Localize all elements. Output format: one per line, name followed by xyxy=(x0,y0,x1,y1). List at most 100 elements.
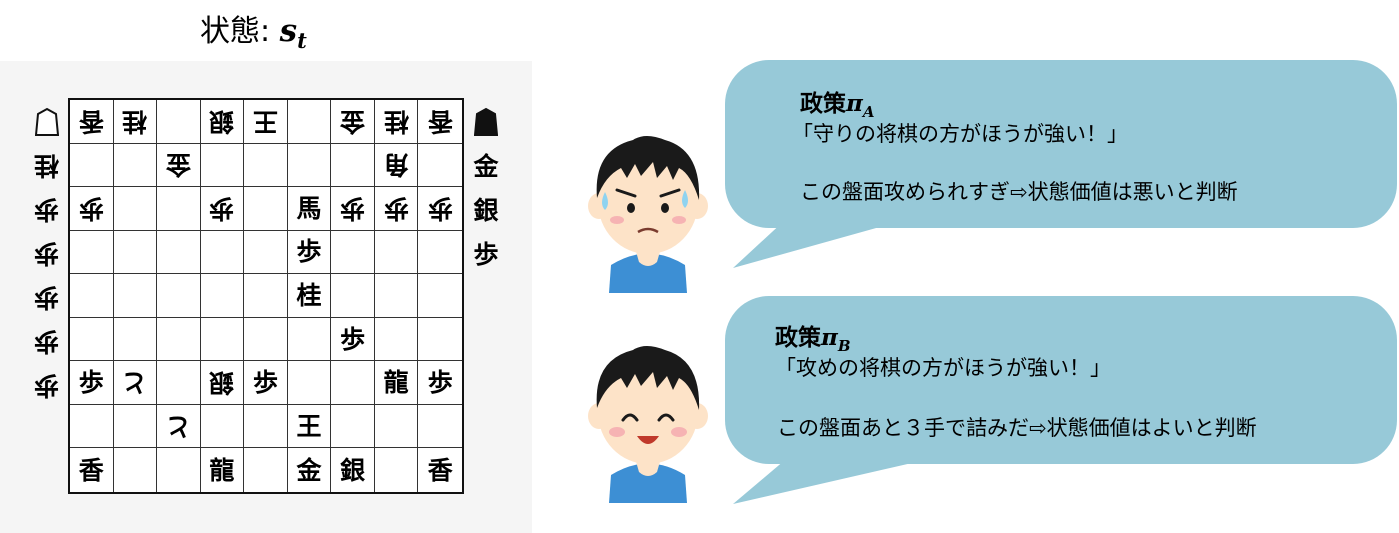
gote-piece: 香 xyxy=(427,106,453,136)
gote-hand-marker-icon xyxy=(35,107,59,136)
board-square xyxy=(374,404,419,449)
sente-piece: 桂 xyxy=(296,280,322,310)
board-square: 歩 xyxy=(374,187,419,231)
board-square xyxy=(418,318,462,362)
board-square xyxy=(113,274,158,318)
board-square xyxy=(374,274,419,318)
board-square xyxy=(200,317,245,362)
board-square: 銀 xyxy=(331,448,375,492)
policy-b-name: 政策 xyxy=(775,325,821,351)
gote-piece: 金 xyxy=(165,150,191,180)
board-square xyxy=(287,361,332,405)
gote-piece: 香 xyxy=(78,106,104,136)
board-square xyxy=(374,230,419,275)
sente-piece: 歩 xyxy=(78,368,104,398)
board-square: 歩 xyxy=(244,361,288,405)
sente-piece: 香 xyxy=(78,455,104,485)
board-square xyxy=(114,448,158,492)
gote-piece: 角 xyxy=(383,150,409,180)
board-square xyxy=(244,143,288,188)
gote-piece: 桂 xyxy=(122,106,148,136)
gote-piece: 歩 xyxy=(78,193,104,223)
board-square xyxy=(287,317,332,362)
sente-piece: 金 xyxy=(296,455,322,485)
sente-piece: 龍 xyxy=(383,368,409,398)
board-square xyxy=(244,448,288,492)
board-square xyxy=(418,274,462,318)
board-square xyxy=(244,230,288,275)
board-square xyxy=(157,187,201,231)
board-square xyxy=(374,317,419,362)
board-square: 王 xyxy=(244,100,288,144)
sente-piece: 歩 xyxy=(340,324,366,354)
policy-b-judgement: この盤面あと３手で詰みだ⇨状態価値はよいと判断 xyxy=(777,416,1257,440)
title-label: 状態: xyxy=(200,14,280,49)
board-square xyxy=(113,187,158,231)
board-square xyxy=(113,143,158,188)
board-square xyxy=(157,361,201,405)
board-square xyxy=(200,230,245,275)
board-square xyxy=(375,448,419,492)
board-square xyxy=(113,317,158,362)
board-square xyxy=(157,100,201,144)
happy-boy-icon xyxy=(588,346,708,503)
policy-b-title: 政策πB xyxy=(775,318,851,355)
gote-piece: 桂 xyxy=(383,106,409,136)
board-square: 歩 xyxy=(418,187,462,231)
gote-hand-piece: 歩 xyxy=(34,371,60,401)
board-square xyxy=(287,100,332,144)
board-square xyxy=(200,404,245,449)
board-square xyxy=(244,274,288,318)
sente-piece: 龍 xyxy=(209,455,235,485)
gote-hand-piece: 歩 xyxy=(34,327,60,357)
gote-piece: 王 xyxy=(252,106,278,136)
board-square xyxy=(113,230,158,275)
board-square xyxy=(331,274,375,318)
board-square xyxy=(70,274,114,318)
gote-piece: 歩 xyxy=(427,193,453,223)
board-square xyxy=(157,230,201,275)
gote-piece: 銀 xyxy=(209,106,235,136)
gote-piece: と xyxy=(122,368,148,398)
board-square xyxy=(157,274,201,318)
sente-piece: 王 xyxy=(296,411,322,441)
board-square xyxy=(70,317,114,362)
gote-hand: 桂歩歩歩歩歩 xyxy=(30,100,64,408)
board-square xyxy=(244,317,288,362)
board-square xyxy=(418,405,462,449)
board-square xyxy=(287,143,332,188)
board-square: 歩 xyxy=(70,361,114,405)
policy-b-quote: 「攻めの将棋の方がほうが強い！」 xyxy=(775,356,1111,380)
shogi-board: 香桂銀王金桂香金角歩歩馬歩歩歩歩桂歩歩と銀歩龍歩と王香龍金銀香 xyxy=(68,98,464,494)
board-square: 歩 xyxy=(418,361,462,405)
board-square xyxy=(200,143,245,188)
board-square xyxy=(113,404,158,449)
board-square xyxy=(244,404,288,449)
board-square: 金 xyxy=(157,143,201,188)
sente-piece: 歩 xyxy=(296,237,322,267)
gote-piece: 歩 xyxy=(340,193,366,223)
gote-piece: 歩 xyxy=(383,193,409,223)
board-square: 香 xyxy=(418,100,462,144)
board-square: 銀 xyxy=(200,100,245,144)
board-square: 香 xyxy=(70,100,114,144)
board-square: 歩 xyxy=(331,317,375,362)
board-square: 歩 xyxy=(70,187,114,231)
policy-b-symbol: π xyxy=(821,324,838,351)
board-square: と xyxy=(113,361,158,405)
gote-hand-piece: 歩 xyxy=(34,195,60,225)
sente-piece: 歩 xyxy=(252,368,278,398)
board-square xyxy=(70,230,114,275)
sente-hand-piece: 銀 xyxy=(473,195,499,225)
board-square xyxy=(331,361,375,405)
board-square xyxy=(157,448,201,492)
policy-a-title: 政策πA xyxy=(800,84,874,121)
gote-hand-piece: 桂 xyxy=(34,151,60,181)
board-square xyxy=(418,144,462,188)
sente-hand-piece: 歩 xyxy=(473,239,499,269)
state-symbol: st xyxy=(279,13,307,53)
board-square: 桂 xyxy=(374,100,419,144)
board-square: 香 xyxy=(418,448,462,492)
policy-a-quote: 「守りの将棋の方がほうが強い！」 xyxy=(792,122,1128,146)
state-symbol-letter: s xyxy=(279,13,298,49)
